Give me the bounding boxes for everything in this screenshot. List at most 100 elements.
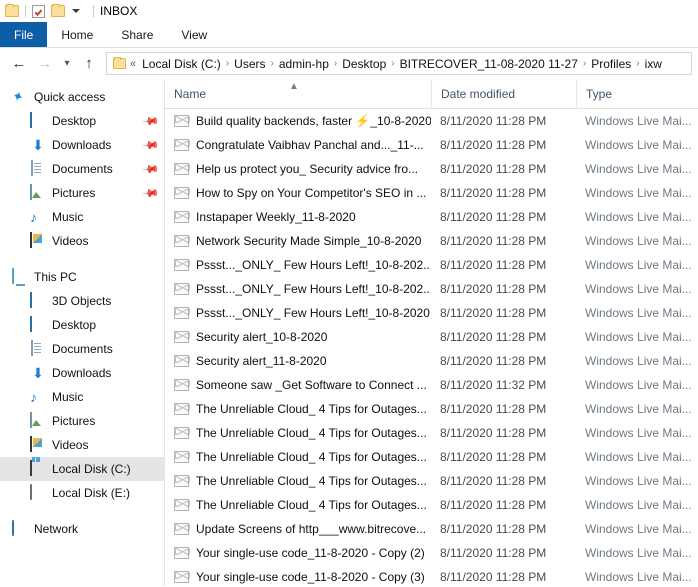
table-row[interactable]: Someone saw _Get Software to Connect ...… bbox=[165, 373, 698, 397]
file-name-cell[interactable]: Build quality backends, faster ⚡_10-8-20… bbox=[165, 114, 431, 128]
properties-checkbox-icon[interactable] bbox=[32, 4, 45, 18]
tab-share[interactable]: Share bbox=[107, 22, 167, 47]
breadcrumb-separator[interactable]: › bbox=[391, 58, 394, 69]
column-header-name[interactable]: Name ▲ bbox=[165, 79, 431, 109]
table-row[interactable]: Network Security Made Simple_10-8-2020 8/… bbox=[165, 229, 698, 253]
breadcrumb-item-admin-hp[interactable]: admin-hp bbox=[277, 56, 331, 72]
sidebar-item-this-pc[interactable]: This PC bbox=[0, 265, 164, 289]
breadcrumb-separator[interactable]: › bbox=[334, 58, 337, 69]
sidebar-group-gap-2 bbox=[0, 505, 164, 517]
breadcrumb[interactable]: « Local Disk (C:) › Users › admin-hp › D… bbox=[106, 52, 692, 75]
sidebar-item-local-disk-e[interactable]: Local Disk (E:) bbox=[0, 481, 164, 505]
sidebar-item-desktop[interactable]: Desktop 📌 bbox=[0, 109, 164, 133]
breadcrumb-item-local-disk-c[interactable]: Local Disk (C:) bbox=[140, 56, 223, 72]
table-row[interactable]: Help us protect you_ Security advice fro… bbox=[165, 157, 698, 181]
table-row[interactable]: How to Spy on Your Competitor's SEO in .… bbox=[165, 181, 698, 205]
file-name-cell[interactable]: Your single-use code_11-8-2020 - Copy (3… bbox=[165, 570, 431, 584]
column-header-type[interactable]: Type bbox=[576, 79, 698, 109]
table-row[interactable]: The Unreliable Cloud_ 4 Tips for Outages… bbox=[165, 421, 698, 445]
pin-icon[interactable]: 📌 bbox=[142, 112, 161, 130]
sidebar-item-local-disk-c[interactable]: Local Disk (C:) bbox=[0, 457, 164, 481]
table-row[interactable]: Pssst..._ONLY_ Few Hours Left!_10-8-202.… bbox=[165, 277, 698, 301]
file-name-label: Pssst..._ONLY_ Few Hours Left!_10-8-202.… bbox=[196, 258, 431, 272]
table-row[interactable]: The Unreliable Cloud_ 4 Tips for Outages… bbox=[165, 397, 698, 421]
file-name-cell[interactable]: The Unreliable Cloud_ 4 Tips for Outages… bbox=[165, 498, 431, 512]
file-name-cell[interactable]: The Unreliable Cloud_ 4 Tips for Outages… bbox=[165, 402, 431, 416]
sidebar-item-pc-music[interactable]: ♪ Music bbox=[0, 385, 164, 409]
pin-icon[interactable]: 📌 bbox=[142, 184, 161, 202]
table-row[interactable]: The Unreliable Cloud_ 4 Tips for Outages… bbox=[165, 469, 698, 493]
file-name-cell[interactable]: The Unreliable Cloud_ 4 Tips for Outages… bbox=[165, 474, 431, 488]
tab-home[interactable]: Home bbox=[47, 22, 107, 47]
table-row[interactable]: Build quality backends, faster ⚡_10-8-20… bbox=[165, 109, 698, 133]
file-name-cell[interactable]: Instapaper Weekly_11-8-2020 bbox=[165, 210, 431, 224]
file-name-cell[interactable]: Security alert_10-8-2020 bbox=[165, 330, 431, 344]
table-row[interactable]: Update Screens of http___www.bitrecove..… bbox=[165, 517, 698, 541]
table-row[interactable]: The Unreliable Cloud_ 4 Tips for Outages… bbox=[165, 445, 698, 469]
table-row[interactable]: Pssst..._ONLY_ Few Hours Left!_10-8-2020… bbox=[165, 301, 698, 325]
monitor-icon bbox=[30, 112, 46, 129]
breadcrumb-item-ixw[interactable]: ixw bbox=[643, 56, 664, 72]
folder-icon[interactable] bbox=[5, 4, 19, 17]
column-header-date-modified[interactable]: Date modified bbox=[431, 79, 576, 109]
sidebar-item-pc-videos[interactable]: Videos bbox=[0, 433, 164, 457]
breadcrumb-separator[interactable]: › bbox=[271, 58, 274, 69]
breadcrumb-item-desktop[interactable]: Desktop bbox=[340, 56, 388, 72]
file-name-cell[interactable]: Pssst..._ONLY_ Few Hours Left!_10-8-202.… bbox=[165, 282, 431, 296]
sidebar-item-3d-objects[interactable]: 3D Objects bbox=[0, 289, 164, 313]
breadcrumb-item-users[interactable]: Users bbox=[232, 56, 267, 72]
sidebar-item-downloads[interactable]: ⬇ Downloads 📌 bbox=[0, 133, 164, 157]
qat-divider-2 bbox=[93, 5, 94, 17]
breadcrumb-separator[interactable]: › bbox=[226, 58, 229, 69]
sidebar-item-label: Desktop bbox=[52, 318, 97, 332]
file-name-cell[interactable]: Pssst..._ONLY_ Few Hours Left!_10-8-2020 bbox=[165, 306, 431, 320]
file-name-cell[interactable]: Network Security Made Simple_10-8-2020 bbox=[165, 234, 431, 248]
table-row[interactable]: Congratulate Vaibhav Panchal and..._11-.… bbox=[165, 133, 698, 157]
breadcrumb-item-profiles[interactable]: Profiles bbox=[589, 56, 633, 72]
breadcrumb-item-bitrecover[interactable]: BITRECOVER_11-08-2020 11-27 bbox=[398, 56, 580, 72]
sidebar-item-pc-documents[interactable]: Documents bbox=[0, 337, 164, 361]
table-row[interactable]: Security alert_10-8-2020 8/11/2020 11:28 … bbox=[165, 325, 698, 349]
file-name-cell[interactable]: Pssst..._ONLY_ Few Hours Left!_10-8-202.… bbox=[165, 258, 431, 272]
sidebar-item-music[interactable]: ♪ Music bbox=[0, 205, 164, 229]
table-row[interactable]: Security alert_11-8-2020 8/11/2020 11:28 … bbox=[165, 349, 698, 373]
breadcrumb-separator[interactable]: › bbox=[636, 58, 639, 69]
breadcrumb-separator[interactable]: › bbox=[583, 58, 586, 69]
sidebar-item-videos[interactable]: Videos bbox=[0, 229, 164, 253]
sidebar-item-documents[interactable]: Documents 📌 bbox=[0, 157, 164, 181]
file-name-cell[interactable]: Your single-use code_11-8-2020 - Copy (2… bbox=[165, 546, 431, 560]
network-icon bbox=[12, 520, 28, 537]
file-name-cell[interactable]: Update Screens of http___www.bitrecove..… bbox=[165, 522, 431, 536]
pin-icon[interactable]: 📌 bbox=[142, 136, 161, 154]
forward-button[interactable]: → bbox=[32, 51, 58, 77]
file-name-label: The Unreliable Cloud_ 4 Tips for Outages… bbox=[196, 474, 427, 488]
table-row[interactable]: Pssst..._ONLY_ Few Hours Left!_10-8-202.… bbox=[165, 253, 698, 277]
sidebar-item-network[interactable]: Network bbox=[0, 517, 164, 541]
sidebar-item-pictures[interactable]: Pictures 📌 bbox=[0, 181, 164, 205]
new-folder-icon[interactable] bbox=[51, 4, 65, 17]
tab-view[interactable]: View bbox=[167, 22, 221, 47]
table-row[interactable]: Your single-use code_11-8-2020 - Copy (3… bbox=[165, 565, 698, 586]
pin-icon[interactable]: 📌 bbox=[142, 160, 161, 178]
table-row[interactable]: Your single-use code_11-8-2020 - Copy (2… bbox=[165, 541, 698, 565]
up-button[interactable]: ↑ bbox=[76, 51, 102, 77]
file-name-cell[interactable]: Security alert_11-8-2020 bbox=[165, 354, 431, 368]
sidebar-item-pc-pictures[interactable]: Pictures bbox=[0, 409, 164, 433]
sidebar-item-quick-access[interactable]: ✦ Quick access bbox=[0, 85, 164, 109]
file-name-cell[interactable]: Congratulate Vaibhav Panchal and..._11-.… bbox=[165, 138, 431, 152]
back-button[interactable]: ← bbox=[6, 51, 32, 77]
table-row[interactable]: Instapaper Weekly_11-8-2020 8/11/2020 11:… bbox=[165, 205, 698, 229]
table-row[interactable]: The Unreliable Cloud_ 4 Tips for Outages… bbox=[165, 493, 698, 517]
file-name-cell[interactable]: How to Spy on Your Competitor's SEO in .… bbox=[165, 186, 431, 200]
file-name-cell[interactable]: Someone saw _Get Software to Connect ... bbox=[165, 378, 431, 392]
tab-file[interactable]: File bbox=[0, 22, 48, 47]
file-name-cell[interactable]: Help us protect you_ Security advice fro… bbox=[165, 162, 431, 176]
chevron-down-icon[interactable] bbox=[72, 9, 80, 13]
recent-locations-button[interactable]: ▾ bbox=[58, 51, 76, 77]
type-cell: Windows Live Mai... bbox=[585, 402, 692, 416]
file-name-cell[interactable]: The Unreliable Cloud_ 4 Tips for Outages… bbox=[165, 426, 431, 440]
sidebar-item-pc-downloads[interactable]: ⬇ Downloads bbox=[0, 361, 164, 385]
sidebar-item-pc-desktop[interactable]: Desktop bbox=[0, 313, 164, 337]
file-name-cell[interactable]: The Unreliable Cloud_ 4 Tips for Outages… bbox=[165, 450, 431, 464]
breadcrumb-overflow[interactable]: « bbox=[130, 58, 136, 70]
